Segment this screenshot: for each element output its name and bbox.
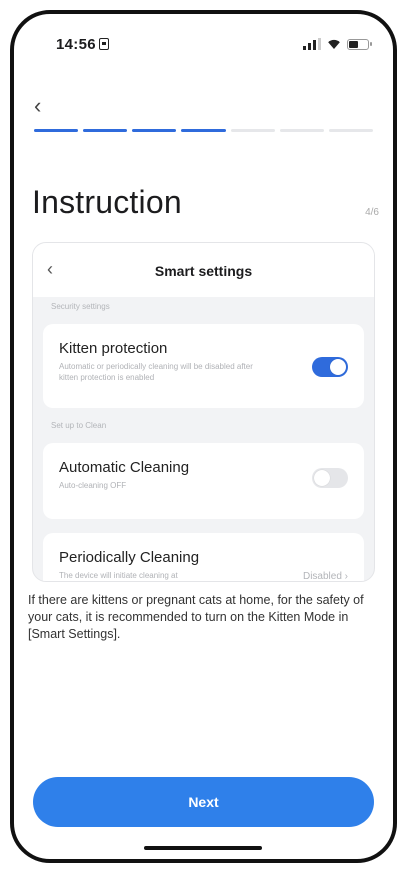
kitten-protection-row: Kitten protection Automatic or periodica… [43,324,364,408]
battery-icon [347,39,372,50]
automatic-cleaning-toggle[interactable] [312,468,348,488]
kitten-protection-toggle[interactable] [312,357,348,377]
status-icons [303,38,372,50]
section-label-cleaning: Set up to Clean [51,421,107,430]
progress-segment [230,129,275,132]
periodic-cleaning-title: Periodically Cleaning [59,549,200,566]
notification-icon [98,38,109,50]
section-label-security: Security settings [51,302,110,311]
card-header: ‹ Smart settings [33,243,374,297]
card-title: Smart settings [154,263,253,279]
next-button[interactable]: Next [33,777,374,827]
automatic-cleaning-row: Automatic Cleaning Auto-cleaning OFF [43,443,364,519]
progress-segment [83,129,128,132]
page-title: Instruction [32,184,182,220]
signal-icon [303,38,321,50]
smart-settings-preview-card: ‹ Smart settings Security settings Kitte… [32,242,375,582]
progress-segment [328,129,373,132]
progress-segment [181,129,226,132]
step-counter: 4/6 [365,207,379,218]
back-button[interactable]: ‹ [34,94,58,118]
progress-segment [132,129,177,132]
periodic-cleaning-row: Periodically Cleaning The device will in… [43,533,364,582]
instruction-text: If there are kittens or pregnant cats at… [28,593,364,641]
progress-segment [34,129,79,132]
periodic-cleaning-status: Disabled › [302,571,348,582]
progress-segment [279,129,324,132]
status-bar: 14:56 [14,32,393,62]
step-progress-bar [34,129,373,132]
status-time: 14:56 [56,36,109,53]
wifi-icon [328,39,340,49]
kitten-protection-title: Kitten protection [59,340,168,357]
phone-frame: 14:56 ‹ Instruction 4/6 ‹ Smart settings… [10,10,397,863]
home-indicator [144,846,262,850]
